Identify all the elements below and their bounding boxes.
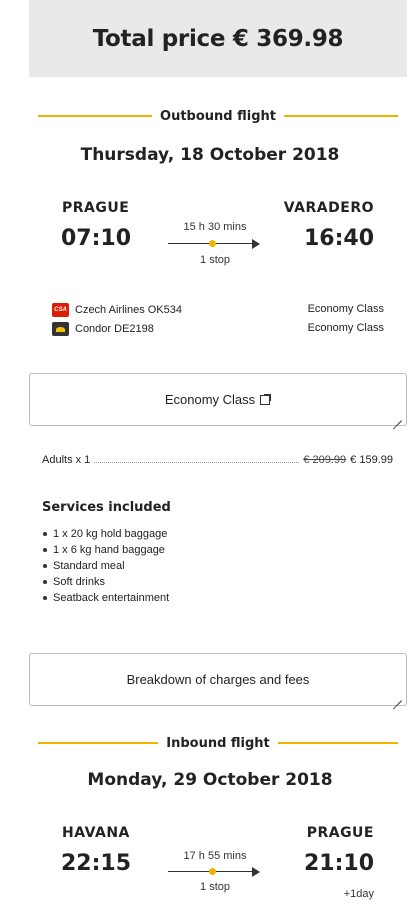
- outbound-departure-time: 07:10: [61, 226, 132, 251]
- list-item: 1 x 20 kg hold baggage: [42, 526, 169, 542]
- list-item: 1 x 6 kg hand baggage: [42, 542, 169, 558]
- outbound-arrival-time: 16:40: [303, 226, 374, 251]
- divider-line: [277, 742, 399, 744]
- total-price-box: Total price € 369.98: [29, 0, 407, 77]
- breakdown-button[interactable]: Breakdown of charges and fees: [29, 653, 407, 706]
- outbound-date: Thursday, 18 October 2018: [80, 145, 340, 165]
- stop-dot: [209, 868, 216, 875]
- inbound-destination-city: PRAGUE: [306, 825, 374, 841]
- list-item: Seatback entertainment: [42, 590, 169, 606]
- services-title: Services included: [42, 500, 171, 515]
- outbound-heading: Outbound flight: [160, 108, 276, 124]
- old-price: € 209.99: [303, 454, 347, 466]
- plus-day-badge: +1day: [343, 888, 374, 900]
- dotted-leader: [94, 462, 300, 463]
- segment-cabin: Economy Class: [307, 303, 384, 315]
- outbound-origin-city: PRAGUE: [62, 200, 130, 216]
- inbound-departure-time: 22:15: [61, 851, 132, 876]
- inbound-heading: Inbound flight: [166, 735, 270, 751]
- segment-cabin: Economy Class: [307, 322, 384, 334]
- arrow-right-icon: [252, 867, 260, 877]
- stop-dot: [209, 240, 216, 247]
- outbound-divider: Outbound flight: [38, 106, 398, 126]
- fare-row: Adults x 1 € 209.99 € 159.99: [42, 454, 393, 466]
- inbound-arrival-time: 21:10: [303, 851, 374, 876]
- new-price: € 159.99: [350, 454, 393, 466]
- csa-logo-icon: CSA: [52, 303, 69, 317]
- inbound-duration: 17 h 55 mins: [183, 850, 247, 862]
- inbound-divider: Inbound flight: [38, 733, 399, 753]
- resize-handle-icon[interactable]: [393, 412, 402, 421]
- breakdown-label: Breakdown of charges and fees: [126, 672, 310, 687]
- inbound-route-line: [168, 866, 260, 878]
- segment-airline: Condor DE2198: [52, 322, 154, 336]
- outbound-destination-city: VARADERO: [283, 200, 374, 216]
- segment-airline-label: Condor DE2198: [75, 323, 154, 335]
- outbound-duration: 15 h 30 mins: [183, 221, 247, 233]
- services-list: 1 x 20 kg hold baggage 1 x 6 kg hand bag…: [42, 526, 169, 606]
- outbound-route-line: [168, 238, 260, 250]
- segment-airline: CSA Czech Airlines OK534: [52, 303, 182, 317]
- segment-airline-label: Czech Airlines OK534: [75, 304, 182, 316]
- class-selector-label: Economy Class: [164, 392, 256, 407]
- arrow-right-icon: [252, 239, 260, 249]
- fare-label: Adults x 1: [42, 454, 91, 466]
- inbound-origin-city: HAVANA: [62, 825, 130, 841]
- class-selector-button[interactable]: Economy Class: [29, 373, 407, 426]
- outbound-stops: 1 stop: [200, 254, 230, 266]
- list-item: Standard meal: [42, 558, 169, 574]
- inbound-date: Monday, 29 October 2018: [87, 770, 333, 790]
- condor-logo-icon: [52, 322, 69, 336]
- list-item: Soft drinks: [42, 574, 169, 590]
- inbound-stops: 1 stop: [200, 881, 230, 893]
- resize-handle-icon[interactable]: [393, 692, 402, 701]
- divider-line: [38, 742, 159, 744]
- divider-line: [38, 115, 153, 117]
- external-link-icon: [260, 394, 272, 405]
- divider-line: [283, 115, 398, 117]
- total-price: Total price € 369.98: [92, 25, 344, 52]
